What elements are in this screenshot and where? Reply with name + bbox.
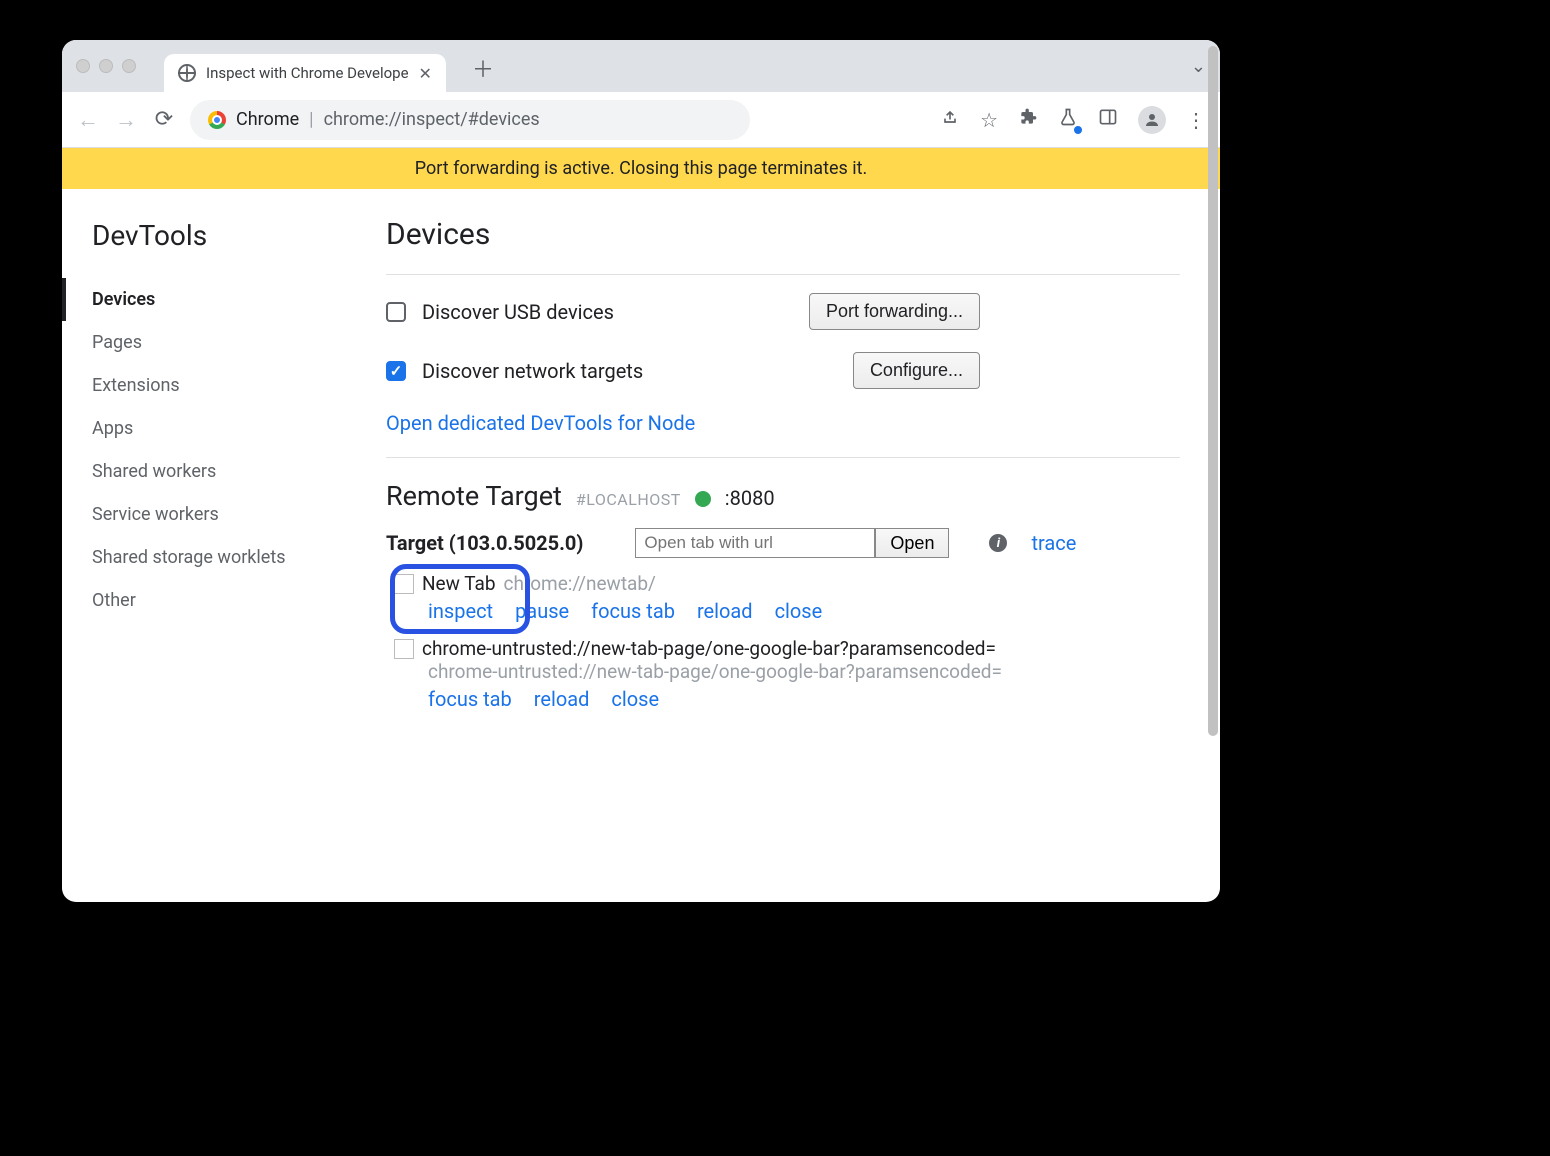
side-panel-icon[interactable] (1098, 107, 1118, 132)
labs-notification-dot (1074, 126, 1082, 134)
sidebar-item-apps[interactable]: Apps (92, 407, 386, 450)
browser-tab[interactable]: Inspect with Chrome Develope ✕ (164, 54, 446, 92)
port-forwarding-button[interactable]: Port forwarding... (809, 293, 980, 330)
sidebar-item-pages[interactable]: Pages (92, 321, 386, 364)
sidebar-item-extensions[interactable]: Extensions (92, 364, 386, 407)
status-dot-icon (695, 491, 711, 507)
open-button[interactable]: Open (875, 528, 949, 558)
sidebar-title: DevTools (92, 219, 386, 252)
bookmark-star-icon[interactable]: ☆ (980, 108, 998, 132)
extensions-puzzle-icon[interactable] (1018, 107, 1038, 132)
window-controls (76, 59, 136, 73)
divider (386, 274, 1180, 275)
remote-target-heading: Remote Target #LOCALHOST :8080 (386, 480, 1180, 512)
close-window-dot[interactable] (76, 59, 90, 73)
remote-tab-title: chrome-untrusted://new-tab-page/one-goog… (422, 637, 996, 660)
favicon-placeholder-icon (394, 574, 414, 594)
tab-strip: Inspect with Chrome Develope ✕ ＋ ⌄ (62, 40, 1220, 92)
focus-tab-link[interactable]: focus tab (591, 599, 675, 623)
info-icon[interactable]: i (989, 534, 1007, 552)
minimize-window-dot[interactable] (99, 59, 113, 73)
omnibox-separator: | (309, 109, 313, 130)
remote-target-sub: #LOCALHOST (576, 490, 681, 509)
labs-flask-icon[interactable] (1058, 107, 1078, 132)
main-panel: Devices Discover USB devices Port forwar… (386, 189, 1220, 902)
sidebar: DevTools DevicesPagesExtensionsAppsShare… (62, 189, 386, 902)
remote-port: :8080 (725, 486, 775, 510)
toolbar-actions: ☆ ⋮ (940, 106, 1206, 134)
reload-link[interactable]: reload (534, 687, 590, 711)
inspect-link[interactable]: inspect (428, 599, 493, 623)
discover-usb-checkbox[interactable] (386, 302, 406, 322)
remote-tab-entry: New Tab chrome://newtab/ inspect pause f… (394, 572, 1180, 623)
back-button[interactable]: ← (76, 107, 100, 133)
zoom-window-dot[interactable] (122, 59, 136, 73)
remote-tab-title: New Tab (422, 572, 496, 595)
chrome-icon (208, 111, 226, 129)
reload-link[interactable]: reload (697, 599, 753, 623)
kebab-menu-icon[interactable]: ⋮ (1186, 108, 1206, 132)
focus-tab-link[interactable]: focus tab (428, 687, 512, 711)
browser-window: Inspect with Chrome Develope ✕ ＋ ⌄ ← → ⟳… (62, 40, 1220, 902)
discover-network-checkbox[interactable] (386, 361, 406, 381)
trace-link[interactable]: trace (1031, 531, 1076, 555)
page-content: Port forwarding is active. Closing this … (62, 148, 1220, 902)
page-heading: Devices (386, 217, 1180, 252)
discover-usb-row: Discover USB devices Port forwarding... (386, 293, 1180, 330)
discover-usb-label: Discover USB devices (422, 300, 614, 324)
close-link[interactable]: close (775, 599, 823, 623)
remote-tab-url: chrome-untrusted://new-tab-page/one-goog… (428, 660, 1180, 683)
sidebar-item-other[interactable]: Other (92, 579, 386, 622)
new-tab-button[interactable]: ＋ (472, 52, 494, 84)
tab-title: Inspect with Chrome Develope (206, 64, 409, 82)
divider (386, 457, 1180, 458)
omnibox-url: chrome://inspect/#devices (324, 109, 540, 130)
omnibox-label: Chrome (236, 109, 299, 130)
tab-list-chevron-icon[interactable]: ⌄ (1191, 56, 1206, 77)
remote-target-title: Remote Target (386, 480, 562, 512)
forward-button[interactable]: → (114, 107, 138, 133)
address-bar[interactable]: Chrome | chrome://inspect/#devices (190, 100, 750, 140)
remote-tab-url: chrome://newtab/ (504, 572, 656, 595)
target-version-label: Target (103.0.5025.0) (386, 531, 583, 555)
remote-tab-actions: focus tab reload close (428, 687, 1180, 711)
discover-network-row: Discover network targets Configure... (386, 352, 1180, 389)
target-row: Target (103.0.5025.0) Open i trace (386, 528, 1180, 558)
close-link[interactable]: close (611, 687, 659, 711)
configure-button[interactable]: Configure... (853, 352, 980, 389)
reload-button[interactable]: ⟳ (152, 107, 176, 132)
remote-tab-entry: chrome-untrusted://new-tab-page/one-goog… (394, 637, 1180, 711)
sidebar-item-devices[interactable]: Devices (62, 278, 386, 321)
port-forwarding-banner: Port forwarding is active. Closing this … (62, 148, 1220, 189)
close-tab-icon[interactable]: ✕ (419, 64, 432, 83)
browser-toolbar: ← → ⟳ Chrome | chrome://inspect/#devices… (62, 92, 1220, 148)
favicon-placeholder-icon (394, 639, 414, 659)
pause-link[interactable]: pause (515, 599, 569, 623)
globe-icon (178, 64, 196, 82)
profile-avatar[interactable] (1138, 106, 1166, 134)
scrollbar[interactable] (1208, 148, 1218, 736)
sidebar-item-service-workers[interactable]: Service workers (92, 493, 386, 536)
discover-network-label: Discover network targets (422, 359, 643, 383)
open-tab-url-input[interactable] (635, 528, 875, 558)
sidebar-item-shared-workers[interactable]: Shared workers (92, 450, 386, 493)
share-icon[interactable] (940, 107, 960, 132)
node-devtools-link[interactable]: Open dedicated DevTools for Node (386, 411, 695, 435)
sidebar-item-shared-storage-worklets[interactable]: Shared storage worklets (92, 536, 386, 579)
remote-tab-actions: inspect pause focus tab reload close (428, 599, 1180, 623)
